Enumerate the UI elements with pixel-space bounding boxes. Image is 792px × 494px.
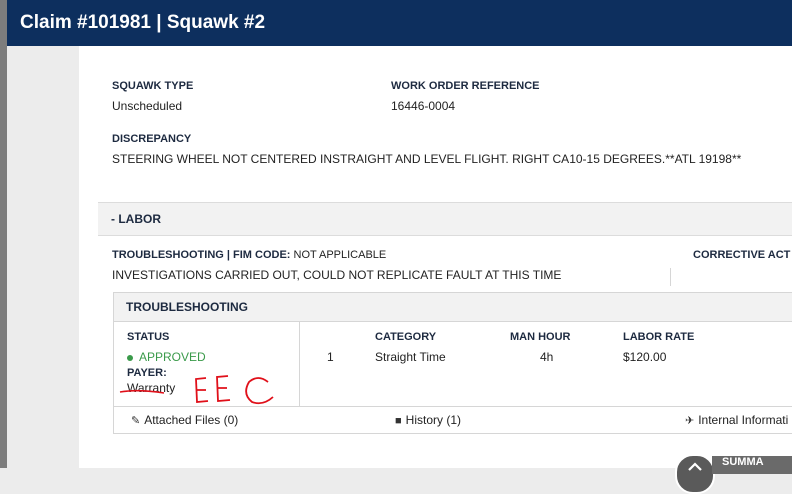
troubleshooting-fim-label: TROUBLESHOOTING | FIM CODE: NOT APPLICAB… — [112, 249, 386, 261]
category-header: CATEGORY — [375, 331, 437, 343]
man-hour-header: MAN HOUR — [510, 331, 571, 343]
labor-rate-header: LABOR RATE — [623, 331, 695, 343]
work-order-value: 16446-0004 — [391, 99, 456, 113]
internal-information-link[interactable]: ✈ Internal Informati — [685, 413, 788, 427]
status-value: APPROVED — [139, 350, 206, 364]
page-title: Claim #101981 | Squawk #2 — [20, 12, 266, 33]
annotation-letter-e2 — [216, 375, 231, 402]
payer-underline-scribble — [119, 389, 165, 394]
row-labor-rate: $120.00 — [623, 350, 667, 364]
book-icon: ■ — [395, 415, 402, 427]
squawk-type-value: Unscheduled — [112, 99, 183, 113]
discrepancy-label: DISCREPANCY — [112, 133, 192, 145]
handwritten-annotation — [119, 375, 274, 405]
troubleshooting-title: TROUBLESHOOTING — [126, 300, 248, 314]
plane-icon: ✈ — [685, 415, 695, 427]
discrepancy-value: STEERING WHEEL NOT CENTERED INSTRAIGHT A… — [112, 152, 742, 166]
annotation-letter-e1 — [195, 377, 209, 403]
attached-files-label: Attached Files (0) — [144, 413, 239, 427]
work-order-label: WORK ORDER REFERENCE — [391, 80, 540, 92]
row-category: Straight Time — [375, 350, 446, 364]
history-label: History (1) — [405, 413, 461, 427]
investigation-text: INVESTIGATIONS CARRIED OUT, COULD NOT RE… — [112, 268, 562, 282]
status-column-divider — [299, 322, 300, 406]
troubleshooting-fim-title: TROUBLESHOOTING | FIM CODE: — [112, 249, 291, 261]
corrective-divider — [670, 268, 671, 286]
history-link[interactable]: ■ History (1) — [395, 413, 461, 427]
fim-code-value: NOT APPLICABLE — [293, 249, 387, 261]
status-badge: APPROVED — [127, 350, 206, 364]
internal-information-label: Internal Informati — [698, 413, 789, 427]
squawk-type-label: SQUAWK TYPE — [112, 80, 194, 92]
labor-section-toggle[interactable]: - LABOR — [98, 202, 792, 236]
summary-fab-button[interactable] — [675, 454, 715, 494]
status-dot-icon — [127, 354, 133, 361]
troubleshooting-header: TROUBLESHOOTING — [114, 293, 792, 322]
row-index: 1 — [327, 350, 334, 364]
page-header: Claim #101981 | Squawk #2 — [7, 0, 792, 46]
paperclip-icon: ✎ — [131, 415, 141, 427]
troubleshooting-box: TROUBLESHOOTING STATUS APPROVED PAYER: W… — [113, 292, 792, 434]
left-scroll-strip — [0, 0, 7, 468]
annotation-letter-c — [245, 377, 274, 405]
status-label: STATUS — [127, 331, 170, 343]
corrective-action-label: CORRECTIVE ACT — [693, 249, 791, 261]
row-man-hour: 4h — [540, 350, 554, 364]
chevron-up-icon — [688, 462, 702, 471]
summary-fab-label[interactable]: SUMMA — [712, 456, 792, 474]
labor-section-label: - LABOR — [111, 212, 161, 226]
attached-files-link[interactable]: ✎ Attached Files (0) — [131, 413, 238, 427]
